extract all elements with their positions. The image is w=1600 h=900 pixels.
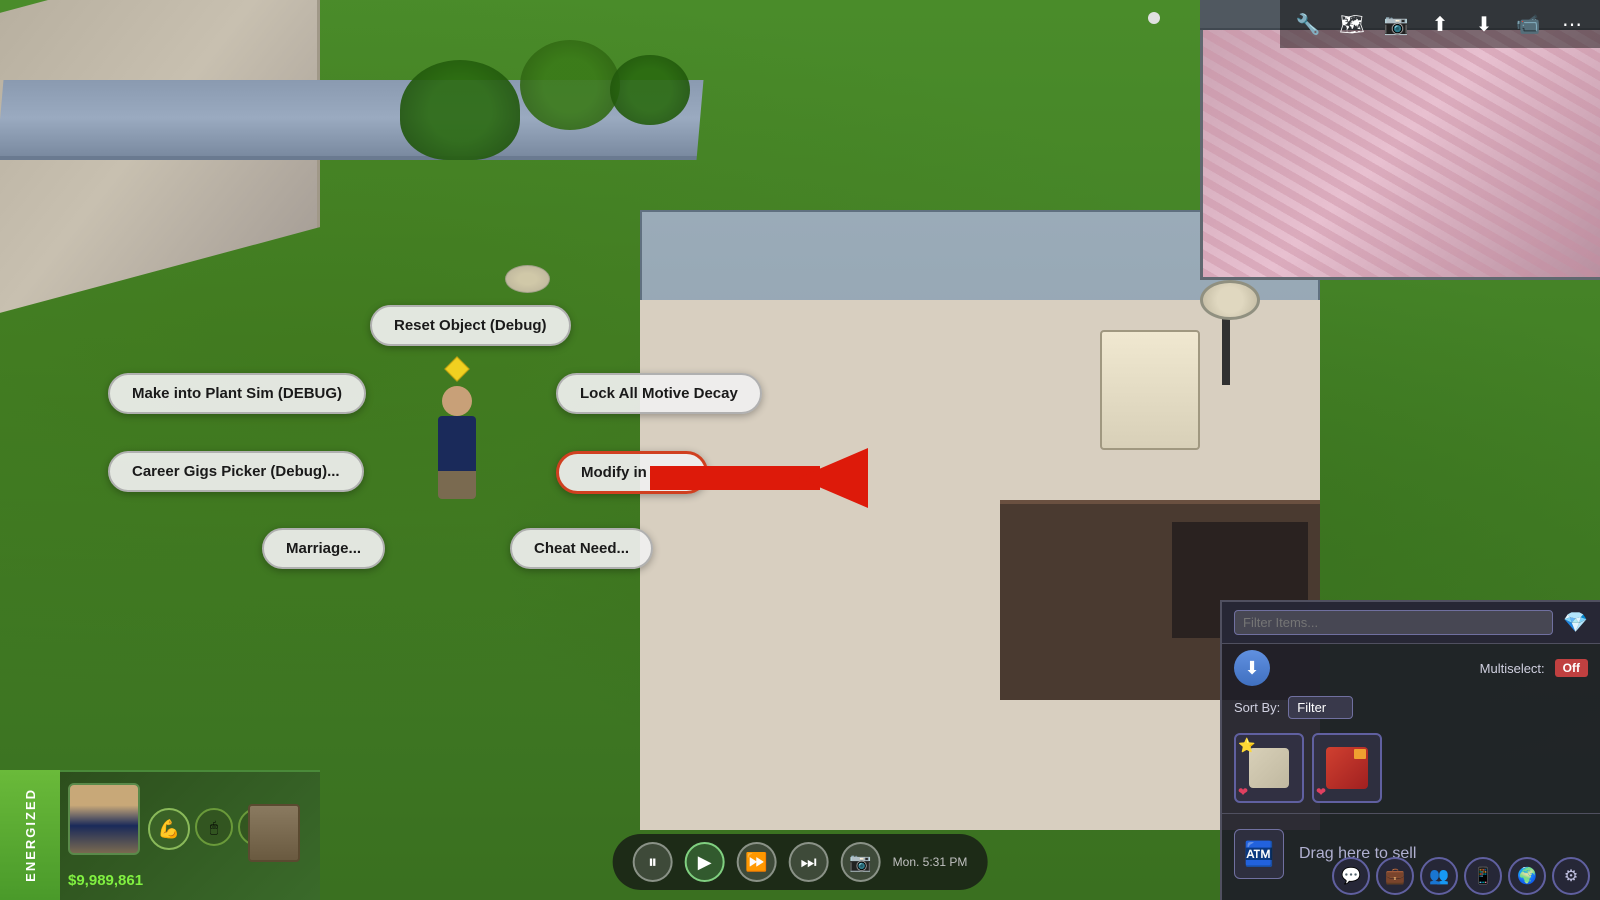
career-gigs-button[interactable]: Career Gigs Picker (Debug)... [108,451,364,492]
diamond-icon[interactable]: 💎 [1563,610,1588,635]
play-button[interactable]: ▶ [685,842,725,882]
arrow-body [650,466,820,490]
view-up-icon[interactable]: ⬆ [1422,6,1458,42]
action-icon-1[interactable]: 💪 [148,808,190,850]
shower-head [1200,280,1260,320]
bottom-right-nav: 💬 💼 👥 📱 🌍 ⚙ [1332,857,1590,895]
filter-input[interactable] [1234,610,1553,635]
time-display: Mon. 5:31 PM [893,855,968,869]
inventory-items-row: ⭐ ❤ ❤ [1222,723,1600,813]
faster-forward-button[interactable]: ⏭ [789,842,829,882]
energized-bar: ENERGIZED [0,770,60,900]
item-heart-1: ❤ [1238,785,1248,799]
nav-relationships-icon[interactable]: 💬 [1332,857,1370,895]
sort-dropdown[interactable]: Filter Name Value [1288,696,1353,719]
energized-text: ENERGIZED [23,788,38,882]
sim-jacket [438,416,476,471]
item-heart-2: ❤ [1316,785,1326,799]
portrait-row [248,804,300,862]
multiselect-label: Multiselect: [1480,661,1545,676]
video-icon[interactable]: 📹 [1510,6,1546,42]
item-star-1: ⭐ [1238,737,1255,754]
top-toolbar: 🔧 🗺 📷 ⬆ ⬇ 📹 ⋯ [1280,0,1600,48]
top-indicator-dot [1148,12,1160,24]
arrow-head [798,448,868,508]
view-down-icon[interactable]: ⬇ [1466,6,1502,42]
lock-motive-decay-button[interactable]: Lock All Motive Decay [556,373,762,414]
tools-icon[interactable]: 🔧 [1290,6,1326,42]
bush-decoration [400,60,520,160]
multiselect-value[interactable]: Off [1555,659,1588,677]
more-icon[interactable]: ⋯ [1554,6,1590,42]
panel-controls: ⬇ Multiselect: Off [1222,644,1600,692]
reset-object-button[interactable]: Reset Object (Debug) [370,305,571,346]
sort-label: Sort By: [1234,700,1280,715]
tree-decoration [520,40,620,130]
item-thumbnail-1 [1249,748,1289,788]
camera-mode-icon[interactable]: 📷 [1378,6,1414,42]
item-thumbnail-2 [1326,747,1368,789]
fast-forward-button[interactable]: ⏩ [737,842,777,882]
inventory-panel: 💎 ⬇ Multiselect: Off Sort By: Filter Nam… [1220,600,1600,900]
download-icon[interactable]: ⬇ [1234,650,1270,686]
sim-legs [438,471,476,499]
money-value: $9,989,861 [68,872,143,889]
cash-register-icon: 🏧 [1234,829,1284,879]
sim-portrait[interactable] [68,783,140,855]
small-animal [505,265,550,293]
nav-world-icon[interactable]: 🌍 [1508,857,1546,895]
nav-household-icon[interactable]: 👥 [1420,857,1458,895]
nav-settings-icon[interactable]: ⚙ [1552,857,1590,895]
layers-icon[interactable]: 🗺 [1334,6,1370,42]
pause-button[interactable]: ⏸ [633,842,673,882]
red-arrow [650,446,870,510]
camera-button[interactable]: 📷 [841,842,881,882]
sort-controls: Sort By: Filter Name Value [1222,692,1600,723]
sim-plumbob [444,356,469,381]
inventory-item-1[interactable]: ⭐ ❤ [1234,733,1304,803]
shower-base [1100,330,1200,450]
marriage-button[interactable]: Marriage... [262,528,385,569]
bush-decoration-2 [610,55,690,125]
nav-phone-icon[interactable]: 📱 [1464,857,1502,895]
make-plant-sim-button[interactable]: Make into Plant Sim (DEBUG) [108,373,366,414]
cheat-need-button[interactable]: Cheat Need... [510,528,653,569]
action-icon-2[interactable]: 🖱 [195,808,233,846]
nav-career-icon[interactable]: 💼 [1376,857,1414,895]
sim-head [442,386,472,416]
playback-controls: ⏸ ▶ ⏩ ⏭ 📷 Mon. 5:31 PM [613,834,988,890]
portrait-mini-1[interactable] [248,804,300,862]
sim-character[interactable] [438,360,476,499]
panel-header: 💎 [1222,602,1600,644]
inventory-item-2[interactable]: ❤ [1312,733,1382,803]
money-display: $9,989,861 [68,872,143,890]
